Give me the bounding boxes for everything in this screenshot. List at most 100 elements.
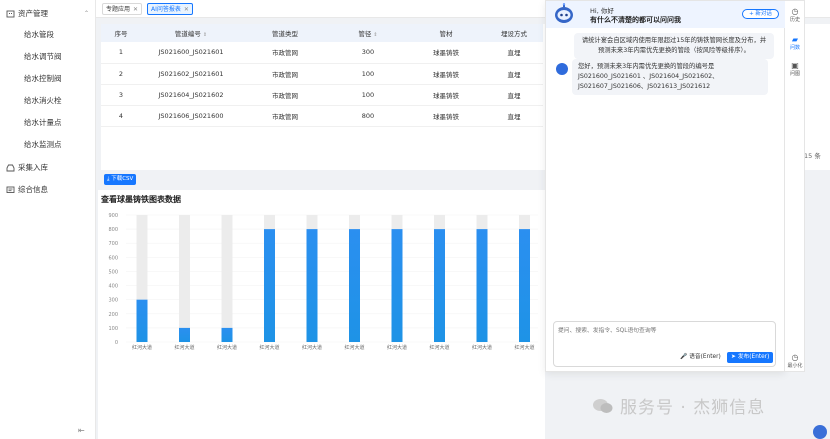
x-tick-label: 红河大道: [429, 344, 449, 351]
x-tick-label: 红河大道: [302, 344, 322, 351]
bar[interactable]: [221, 327, 233, 342]
chat-input-box: 🎤 语音(Enter) ➤ 发布(Enter): [553, 321, 776, 367]
bar[interactable]: [519, 229, 530, 342]
robot-icon: [555, 3, 573, 23]
cell-pipe-id: JS021600_JS021601: [141, 42, 241, 64]
tab-label: AI问答报表: [151, 6, 181, 13]
cell-material: 球墨铸铁: [407, 105, 485, 127]
chevron-up-icon: ⌃: [83, 9, 89, 17]
tab-label: 专题应用: [106, 6, 131, 13]
chat-input[interactable]: [558, 325, 772, 345]
rail-image-label: 问图: [789, 71, 800, 77]
bar-track: [179, 215, 190, 342]
rail-image[interactable]: ▣ 问图: [785, 61, 805, 77]
cell-pipe-type: 市政管网: [241, 63, 329, 85]
y-tick-label: 100: [108, 326, 118, 332]
bar[interactable]: [434, 229, 445, 342]
sidebar-item-control-valve[interactable]: 给水控制阀: [0, 68, 95, 90]
x-tick-label: 红河大道: [514, 344, 534, 351]
x-tick-label: 红河大道: [174, 344, 194, 351]
pipe-table: 序号 管道编号 ⇕ 管道类型 管径 ⇕ 管材 埋设方式 1 JS021600_JS02…: [101, 24, 543, 127]
cell-index: 4: [101, 105, 141, 127]
cell-diameter: 100: [329, 84, 407, 106]
rail-history-label: 历史: [789, 17, 800, 23]
bot-message: 您好，预测未来3年内需优先更换的管段的编号是JS021600_JS021601 …: [572, 59, 768, 95]
cell-material: 球墨铸铁: [407, 84, 485, 106]
rail-minimize-label: 最小化: [787, 363, 803, 369]
bar[interactable]: [136, 299, 148, 342]
cell-pipe-id: JS021604_JS021602: [141, 84, 241, 106]
sidebar-group-collect[interactable]: 采集入库: [0, 156, 95, 178]
sidebar-item-water-segment[interactable]: 给水管段: [0, 24, 95, 46]
table-row[interactable]: 1 JS021600_JS021601 市政管网 300 球墨铸铁 直埋: [101, 42, 543, 64]
page-total: 15 条: [804, 152, 821, 160]
chat-subtitle: 有什么不清楚的都可以问问我: [590, 16, 681, 24]
table-row[interactable]: 3 JS021604_JS021602 市政管网 100 球墨铸铁 直埋: [101, 84, 543, 106]
col-header-burial: 埋设方式: [485, 24, 543, 42]
close-icon[interactable]: ✕: [184, 6, 189, 13]
bar[interactable]: [476, 229, 488, 342]
send-button[interactable]: ➤ 发布(Enter): [727, 352, 774, 363]
chart-title: 查看球墨铸铁图表数据: [101, 195, 181, 204]
rail-history[interactable]: ◷ 历史: [785, 7, 805, 23]
col-header-material: 管材: [407, 24, 485, 42]
x-tick-label: 红河大道: [344, 344, 364, 351]
bar[interactable]: [264, 229, 275, 342]
voice-label: 语音(Enter): [689, 354, 721, 360]
sidebar-group-info[interactable]: 综合信息: [0, 178, 95, 200]
bot-avatar-icon: [556, 63, 568, 75]
cell-pipe-type: 市政管网: [241, 84, 329, 106]
download-csv-button[interactable]: ⤓ 下载CSV: [104, 174, 137, 185]
bar[interactable]: [179, 327, 190, 342]
y-tick-label: 300: [108, 298, 118, 304]
building-icon: [6, 9, 15, 18]
bar[interactable]: [349, 229, 360, 342]
bar[interactable]: [391, 229, 403, 342]
assistant-fab-icon[interactable]: [813, 425, 827, 439]
table-header-row: 序号 管道编号 ⇕ 管道类型 管径 ⇕ 管材 埋设方式: [101, 24, 543, 42]
sidebar-item-monitoring-point[interactable]: 给水监测点: [0, 134, 95, 156]
collapse-sidebar-icon[interactable]: ⇤: [78, 426, 85, 435]
sidebar-item-regulating-valve[interactable]: 给水调节阀: [0, 46, 95, 68]
rail-minimize[interactable]: ◷ 最小化: [785, 353, 805, 369]
chat-side-rail: ◷ 历史 ▰ 问数 ▣ 问图 ◷ 最小化: [785, 0, 805, 372]
table-row[interactable]: 4 JS021606_JS021600 市政管网 800 球墨铸铁 直埋: [101, 105, 543, 127]
rail-qa[interactable]: ▰ 问数: [785, 35, 805, 51]
x-tick-label: 红河大道: [259, 344, 279, 351]
sidebar-group-asset[interactable]: 资产管理 ⌃: [0, 2, 95, 24]
chat-bubble-icon: ▰: [791, 35, 799, 44]
col-header-diameter[interactable]: 管径 ⇕: [329, 24, 407, 42]
y-tick-label: 800: [108, 227, 118, 233]
sidebar-group-info-label: 综合信息: [18, 184, 48, 194]
y-tick-label: 700: [108, 241, 118, 247]
tab-topic-app[interactable]: 专题应用 ✕: [102, 3, 143, 15]
cell-diameter: 300: [329, 42, 407, 64]
chat-header: Hi, 你好 有什么不清楚的都可以问问我 + 新对话: [546, 1, 786, 28]
cell-index: 3: [101, 84, 141, 106]
y-tick-label: 400: [108, 284, 118, 290]
x-tick-label: 红河大道: [217, 344, 237, 351]
rail-qa-label: 问数: [789, 45, 800, 51]
cell-burial: 直埋: [485, 63, 543, 85]
x-tick-label: 红河大道: [387, 344, 407, 351]
voice-input-button[interactable]: 🎤 语音(Enter): [680, 352, 721, 363]
col-header-pipe-id[interactable]: 管道编号 ⇕: [141, 24, 241, 42]
sidebar-item-metering-point[interactable]: 给水计量点: [0, 112, 95, 134]
y-tick-label: 600: [108, 255, 118, 261]
cell-pipe-id: JS021602_JS021601: [141, 63, 241, 85]
table-row[interactable]: 2 JS021602_JS021601 市政管网 100 球墨铸铁 直埋: [101, 63, 543, 85]
clock-icon: ◷: [791, 7, 799, 16]
cell-burial: 直埋: [485, 84, 543, 106]
cell-diameter: 800: [329, 105, 407, 127]
cell-pipe-type: 市政管网: [241, 42, 329, 64]
col-header-index: 序号: [101, 24, 141, 42]
y-tick-label: 0: [115, 340, 118, 346]
tab-ai-report[interactable]: AI问答报表 ✕: [147, 3, 193, 15]
close-icon[interactable]: ✕: [133, 6, 138, 13]
user-message: 请统计宴会自区域内使用年限超过15年的铸铁管网长度及分布，并预测未来3年内需优先…: [574, 33, 774, 59]
bar-chart: 0 100 200 300 400 500 600 700 800 900 红河大道 红河大道 红河大道…: [108, 213, 538, 351]
sort-icon: ⇕: [202, 32, 208, 38]
sidebar-item-hydrant[interactable]: 给水消火栓: [0, 90, 95, 112]
bar[interactable]: [306, 229, 318, 342]
new-chat-button[interactable]: + 新对话: [742, 9, 779, 19]
